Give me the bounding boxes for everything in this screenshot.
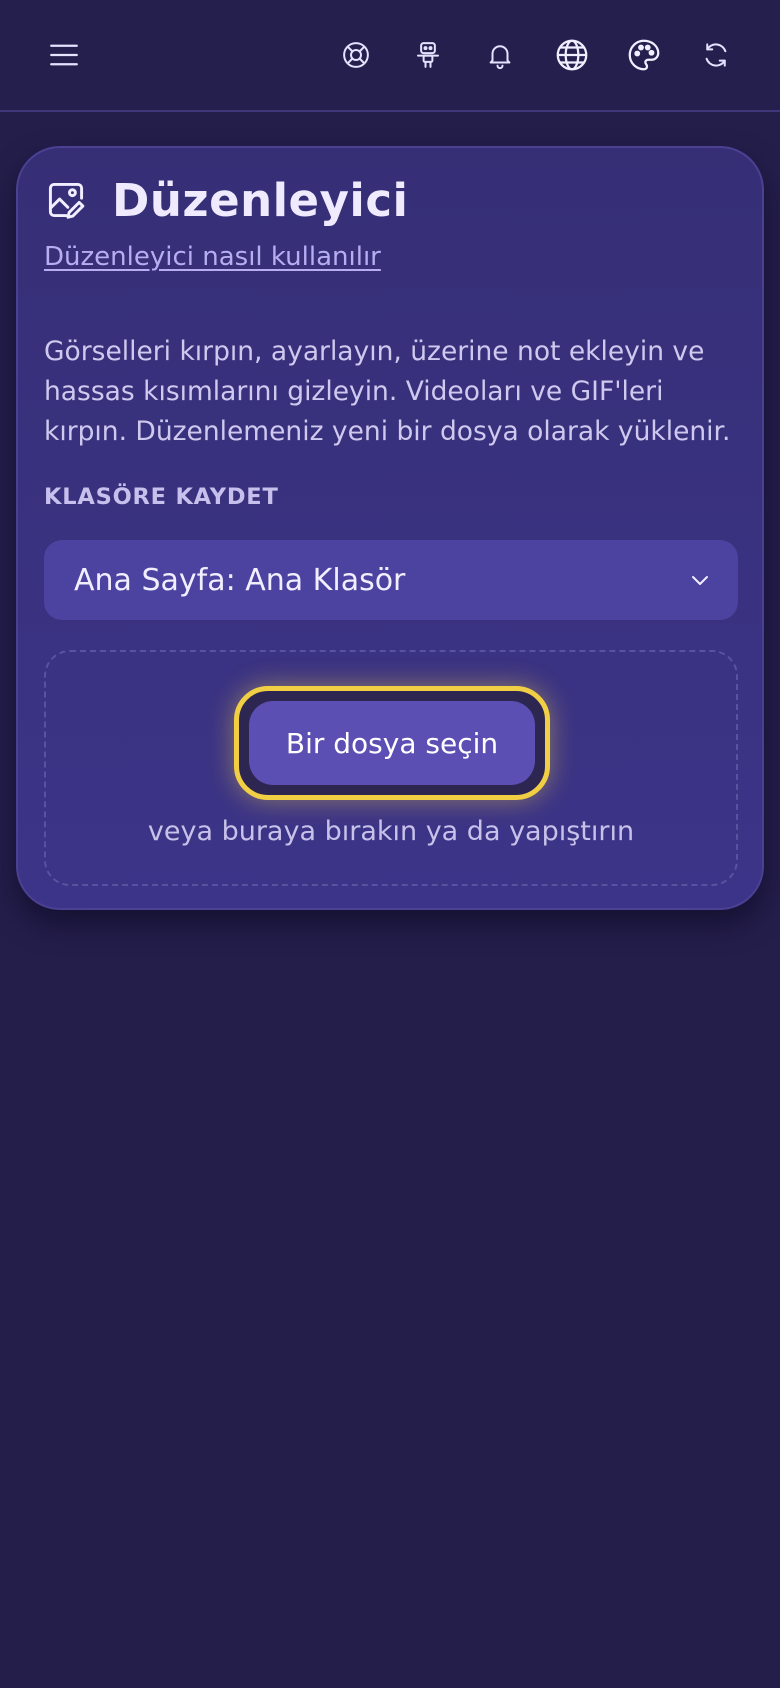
file-dropzone[interactable]: Bir dosya seçin veya buraya bırakın ya d… xyxy=(44,650,738,886)
lifebuoy-icon[interactable] xyxy=(334,33,378,77)
editor-card: Düzenleyici Düzenleyici nasıl kullanılır… xyxy=(16,146,764,910)
choose-file-button[interactable]: Bir dosya seçin xyxy=(234,686,550,800)
refresh-icon[interactable] xyxy=(694,33,738,77)
how-to-use-link[interactable]: Düzenleyici nasıl kullanılır xyxy=(44,242,381,272)
drop-hint: veya buraya bırakın ya da yapıştırın xyxy=(147,816,635,847)
page-title: Düzenleyici xyxy=(112,173,409,227)
bell-icon[interactable] xyxy=(478,33,522,77)
palette-icon[interactable] xyxy=(622,33,666,77)
editor-description: Görselleri kırpın, ayarlayın, üzerine no… xyxy=(44,336,731,447)
menu-icon[interactable] xyxy=(42,33,86,77)
chevron-down-icon xyxy=(688,568,712,596)
robot-icon[interactable] xyxy=(406,33,450,77)
choose-file-button-label: Bir dosya seçin xyxy=(249,701,535,785)
top-bar xyxy=(0,0,780,112)
folder-select-value: Ana Sayfa: Ana Klasör xyxy=(74,562,406,598)
folder-select[interactable]: Ana Sayfa: Ana Klasör xyxy=(44,540,738,620)
globe-icon[interactable] xyxy=(550,33,594,77)
card-header: Düzenleyici xyxy=(44,172,408,228)
save-folder-label: KLASÖRE KAYDET xyxy=(44,484,279,510)
image-edit-icon xyxy=(44,178,88,222)
